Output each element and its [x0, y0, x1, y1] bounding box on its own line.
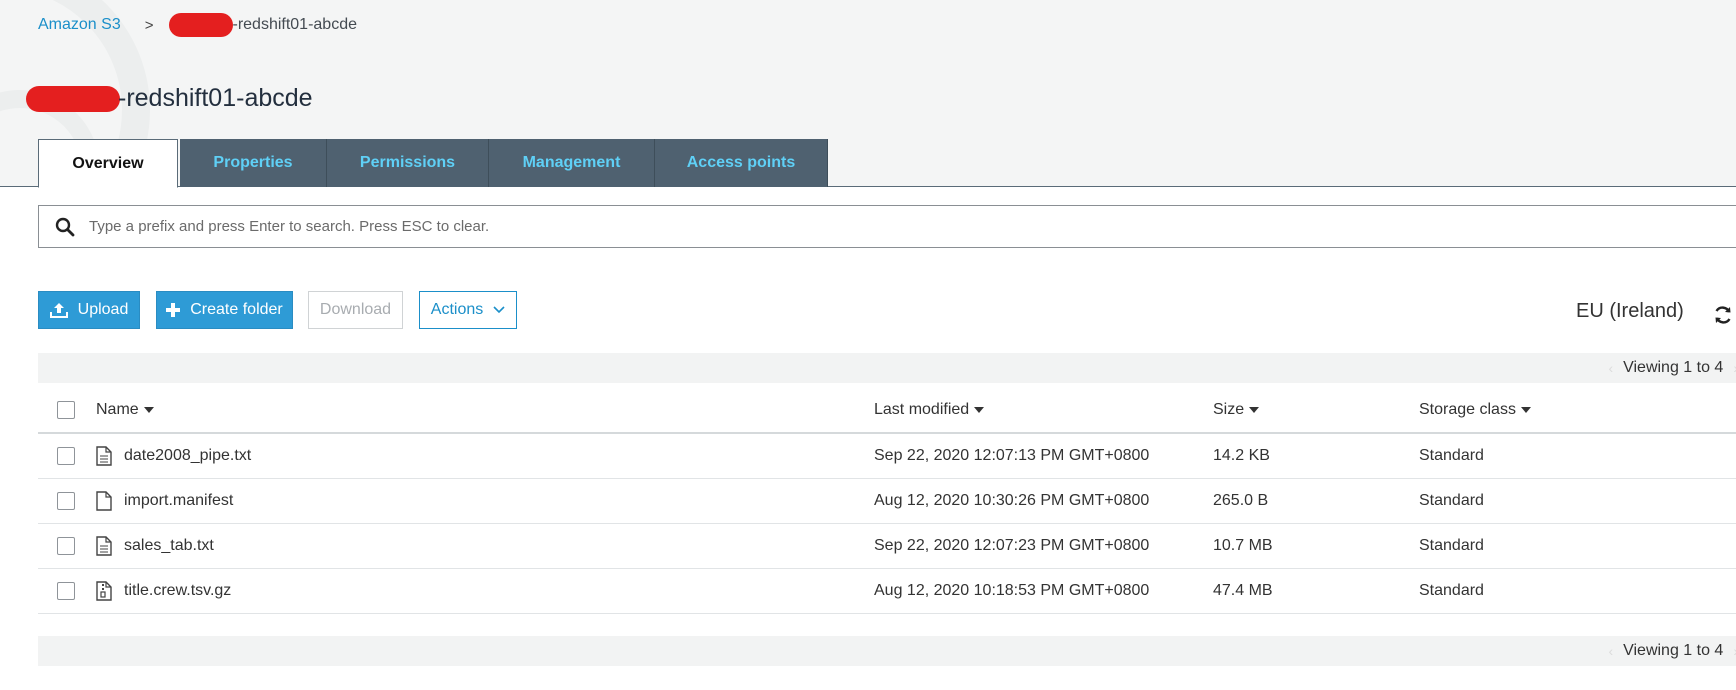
- select-all-checkbox[interactable]: [57, 401, 75, 419]
- pagination-bar-bottom: ‹ Viewing 1 to 4 ›: [38, 636, 1736, 666]
- column-header-storage-class[interactable]: Storage class: [1419, 401, 1531, 418]
- breadcrumb-amazon-s3-link[interactable]: Amazon S3: [38, 16, 121, 34]
- refresh-icon[interactable]: [1713, 305, 1733, 325]
- chevron-left-icon[interactable]: ‹: [1608, 643, 1613, 659]
- tab-overview[interactable]: Overview: [38, 139, 178, 188]
- redaction-mark: [169, 13, 234, 37]
- row-checkbox[interactable]: [57, 447, 75, 465]
- last-modified-cell: Aug 12, 2020 10:30:26 PM GMT+0800: [874, 492, 1150, 509]
- row-checkbox[interactable]: [57, 582, 75, 600]
- sort-caret-icon: [1249, 406, 1260, 413]
- column-header-size[interactable]: Size: [1213, 401, 1260, 418]
- actions-label: Actions: [430, 301, 484, 318]
- viewing-count: Viewing 1 to 4: [1623, 359, 1724, 376]
- upload-icon: [49, 302, 68, 318]
- size-cell: 14.2 KB: [1213, 447, 1270, 464]
- file-name-link[interactable]: import.manifest: [124, 492, 233, 510]
- column-header-name[interactable]: Name: [96, 401, 154, 419]
- search-bar: [38, 205, 1736, 248]
- tab-properties[interactable]: Properties: [180, 139, 327, 187]
- blank-file-icon: [96, 491, 112, 511]
- file-name-link[interactable]: date2008_pipe.txt: [124, 447, 251, 465]
- last-modified-cell: Sep 22, 2020 12:07:13 PM GMT+0800: [874, 447, 1150, 464]
- bucket-name-title: -redshift01-abcde: [118, 84, 313, 112]
- upload-button-label: Upload: [77, 301, 129, 318]
- redaction-mark: [26, 85, 120, 112]
- tab-permissions[interactable]: Permissions: [327, 139, 489, 187]
- table-row: sales_tab.txt Sep 22, 2020 12:07:23 PM G…: [38, 524, 1736, 569]
- table-row: date2008_pipe.txt Sep 22, 2020 12:07:13 …: [38, 434, 1736, 479]
- objects-table: Name Last modified Size Storage class da…: [38, 388, 1736, 614]
- chevron-left-icon[interactable]: ‹: [1608, 360, 1613, 376]
- page-title: -redshift01-abcde: [26, 84, 313, 113]
- plus-icon: [166, 303, 181, 317]
- breadcrumb-separator: >: [144, 16, 154, 34]
- size-cell: 47.4 MB: [1213, 582, 1273, 599]
- sort-caret-icon: [1520, 406, 1531, 413]
- breadcrumb-current-bucket: -redshift01-abcde: [232, 16, 357, 33]
- sort-caret-icon: [974, 406, 985, 413]
- file-name-link[interactable]: title.crew.tsv.gz: [124, 582, 231, 600]
- download-button[interactable]: Download: [308, 291, 403, 329]
- table-header-row: Name Last modified Size Storage class: [38, 388, 1736, 434]
- text-file-icon: [96, 536, 112, 556]
- file-name-link[interactable]: sales_tab.txt: [124, 537, 214, 555]
- storage-class-cell: Standard: [1419, 582, 1484, 599]
- search-icon: [55, 217, 75, 236]
- sort-caret-icon: [143, 406, 154, 413]
- upload-button[interactable]: Upload: [38, 291, 140, 329]
- tab-management[interactable]: Management: [489, 139, 655, 187]
- breadcrumb: Amazon S3 > -redshift01-abcde: [38, 13, 357, 37]
- size-cell: 10.7 MB: [1213, 537, 1273, 554]
- search-input[interactable]: [89, 218, 1589, 235]
- table-row: title.crew.tsv.gz Aug 12, 2020 10:18:53 …: [38, 569, 1736, 614]
- tab-bar: Overview Properties Permissions Manageme…: [38, 139, 828, 188]
- pagination-bar-top: ‹ Viewing 1 to 4 ›: [38, 353, 1736, 383]
- actions-dropdown[interactable]: Actions: [419, 291, 517, 329]
- toolbar: Upload Create folder Download Actions: [38, 291, 517, 329]
- region-label: EU (Ireland): [1576, 300, 1684, 322]
- storage-class-cell: Standard: [1419, 492, 1484, 509]
- archive-file-icon: [96, 581, 112, 601]
- last-modified-cell: Aug 12, 2020 10:18:53 PM GMT+0800: [874, 582, 1150, 599]
- chevron-down-icon: [493, 306, 505, 314]
- tab-access-points[interactable]: Access points: [655, 139, 828, 187]
- text-file-icon: [96, 446, 112, 466]
- row-checkbox[interactable]: [57, 492, 75, 510]
- size-cell: 265.0 B: [1213, 492, 1269, 509]
- table-row: import.manifest Aug 12, 2020 10:30:26 PM…: [38, 479, 1736, 524]
- viewing-count: Viewing 1 to 4: [1623, 642, 1724, 659]
- row-checkbox[interactable]: [57, 537, 75, 555]
- create-folder-button[interactable]: Create folder: [156, 291, 293, 329]
- storage-class-cell: Standard: [1419, 447, 1484, 464]
- create-folder-label: Create folder: [190, 301, 283, 318]
- last-modified-cell: Sep 22, 2020 12:07:23 PM GMT+0800: [874, 537, 1150, 554]
- storage-class-cell: Standard: [1419, 537, 1484, 554]
- column-header-last-modified[interactable]: Last modified: [874, 401, 985, 418]
